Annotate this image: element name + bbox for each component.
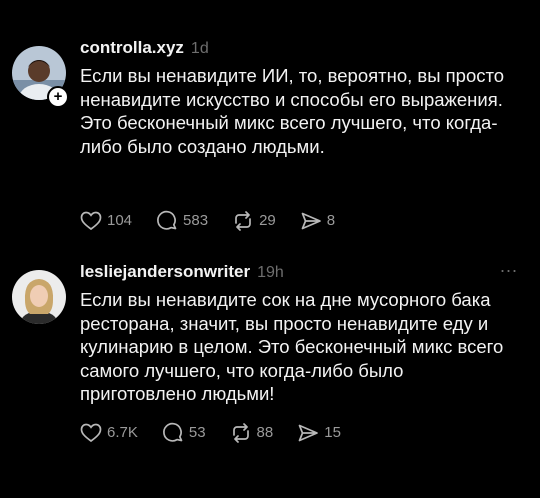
post-actions: 104 583 29 8 [80, 210, 359, 231]
repost-icon [232, 422, 249, 443]
share-button[interactable]: 15 [297, 423, 341, 443]
post-text: Если вы ненавидите сок на дне мусорного … [80, 289, 504, 404]
repost-button[interactable]: 29 [232, 210, 276, 231]
follow-plus-icon[interactable]: + [47, 86, 69, 108]
repost-count: 29 [259, 212, 276, 229]
heart-icon [80, 211, 102, 230]
username[interactable]: lesliejandersonwriter [80, 262, 250, 282]
repost-icon [235, 210, 251, 231]
post-text: Если вы ненавидите ИИ, то, вероятно, вы … [80, 65, 505, 157]
share-count: 8 [326, 212, 336, 229]
repost-count: 88 [256, 424, 274, 441]
share-icon [298, 424, 319, 441]
reply-button[interactable]: 583 [156, 210, 208, 231]
post-actions: 6.7K 53 88 15 [80, 422, 365, 443]
timestamp: 19h [257, 264, 284, 281]
like-button[interactable]: 104 [80, 211, 132, 231]
repost-button[interactable]: 88 [230, 422, 274, 443]
reply-count: 53 [188, 424, 206, 441]
like-count: 6.7K [107, 424, 138, 441]
avatar[interactable] [12, 270, 66, 324]
share-icon [301, 212, 321, 229]
reply-button[interactable]: 53 [162, 422, 206, 443]
heart-icon [80, 423, 102, 442]
reply-count: 583 [183, 212, 209, 229]
comment-icon [162, 422, 183, 442]
like-count: 104 [107, 212, 133, 229]
timestamp: 1d [190, 40, 209, 57]
like-button[interactable]: 6.7K [80, 423, 138, 443]
username[interactable]: controlla.xyz [80, 38, 184, 58]
share-button[interactable]: 8 [300, 211, 335, 231]
more-options-icon[interactable]: ... [500, 256, 518, 277]
comment-icon [157, 210, 177, 230]
share-count: 15 [324, 424, 341, 441]
